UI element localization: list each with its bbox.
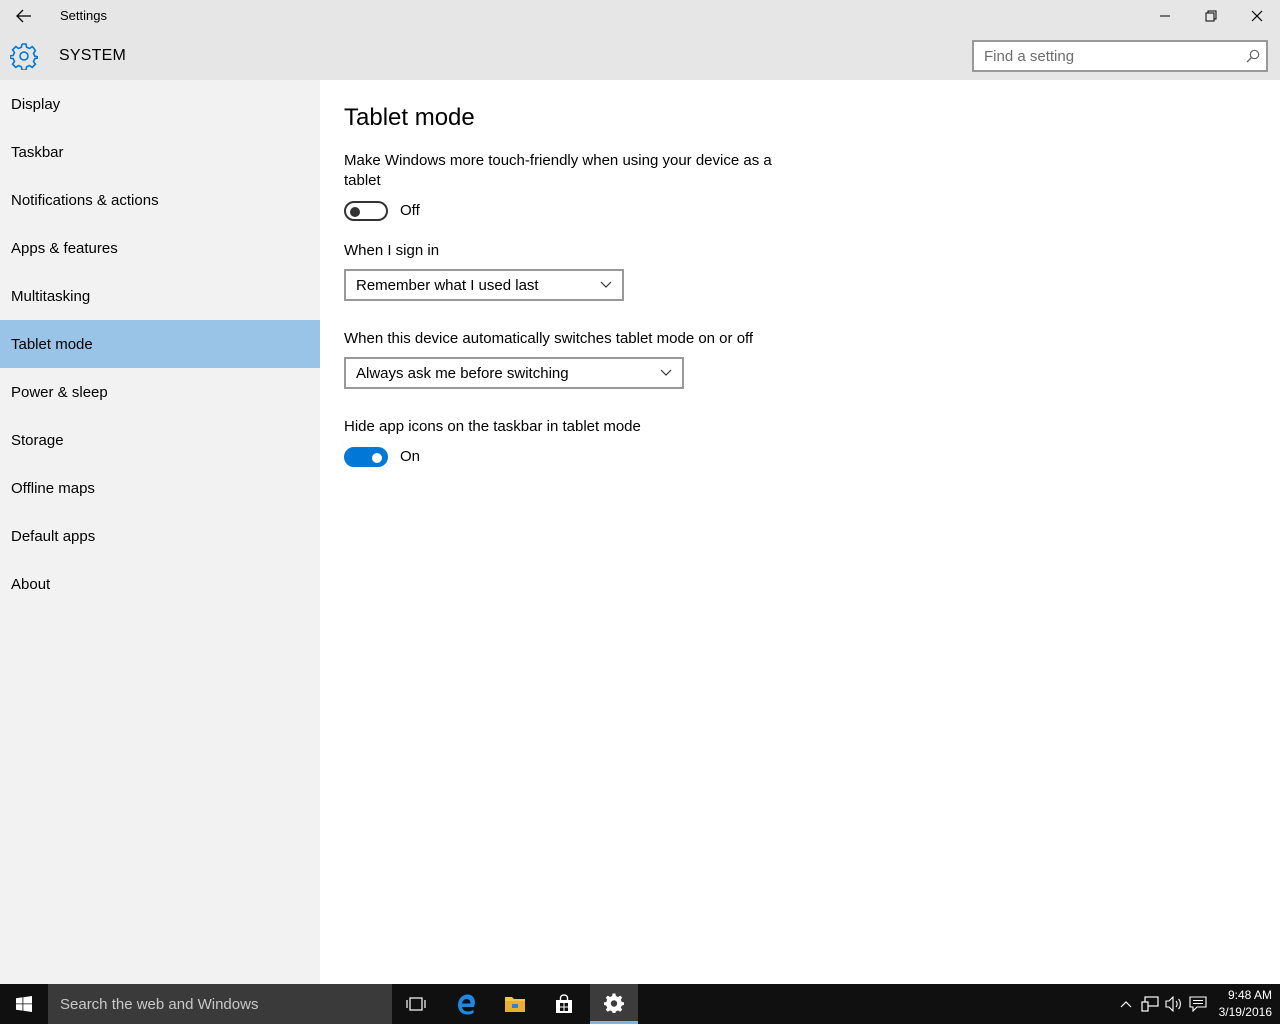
file-explorer-taskbar-button[interactable] xyxy=(491,984,539,1024)
settings-header: SYSTEM xyxy=(0,32,1280,80)
sidebar-item-apps-features[interactable]: Apps & features xyxy=(0,224,320,272)
toggle-knob xyxy=(372,453,382,463)
back-button[interactable] xyxy=(8,0,40,32)
taskbar-clock[interactable]: 9:48 AM 3/19/2016 xyxy=(1210,987,1272,1021)
volume-tray-button[interactable] xyxy=(1165,994,1183,1014)
notifications-icon xyxy=(1189,996,1207,1012)
sidebar-item-taskbar[interactable]: Taskbar xyxy=(0,128,320,176)
taskbar: Search the web and Windows 9:48 AM 3/19/… xyxy=(0,984,1280,1024)
close-icon xyxy=(1251,10,1263,22)
search-icon xyxy=(1246,49,1260,63)
arrow-left-icon xyxy=(16,9,31,23)
page-section-title: SYSTEM xyxy=(59,47,126,64)
toggle-knob xyxy=(350,207,360,217)
clock-date: 3/19/2016 xyxy=(1218,1005,1272,1019)
touch-friendly-label: Make Windows more touch-friendly when us… xyxy=(344,152,772,189)
task-view-icon xyxy=(406,997,426,1011)
main-content: Tablet mode Make Windows more touch-frie… xyxy=(320,80,1280,984)
settings-taskbar-button[interactable] xyxy=(590,984,638,1024)
task-view-button[interactable] xyxy=(392,984,440,1024)
store-taskbar-button[interactable] xyxy=(540,984,588,1024)
network-tray-button[interactable] xyxy=(1141,994,1159,1014)
sidebar-item-offline-maps[interactable]: Offline maps xyxy=(0,464,320,512)
restore-icon xyxy=(1205,10,1217,22)
page-title: Tablet mode xyxy=(344,104,475,131)
edge-taskbar-button[interactable] xyxy=(442,984,490,1024)
hide-icons-toggle-state: On xyxy=(400,448,421,465)
chevron-up-icon xyxy=(1120,1001,1132,1008)
minimize-icon xyxy=(1160,15,1170,17)
action-center-button[interactable] xyxy=(1189,994,1207,1014)
sidebar-item-about[interactable]: About xyxy=(0,560,320,608)
network-icon xyxy=(1141,996,1159,1012)
sidebar-item-tablet-mode[interactable]: Tablet mode xyxy=(0,320,320,368)
close-button[interactable] xyxy=(1234,0,1280,32)
hide-icons-label: Hide app icons on the taskbar in tablet … xyxy=(344,418,641,435)
chevron-down-icon xyxy=(660,369,672,376)
auto-switch-dropdown[interactable]: Always ask me before switching xyxy=(344,357,684,389)
tablet-mode-toggle-state: Off xyxy=(400,202,420,219)
sidebar-item-notifications[interactable]: Notifications & actions xyxy=(0,176,320,224)
taskbar-search-box[interactable]: Search the web and Windows xyxy=(48,984,392,1024)
sidebar-nav: Display Taskbar Notifications & actions … xyxy=(0,80,320,984)
folder-icon xyxy=(505,997,525,1012)
sign-in-selected-value: Remember what I used last xyxy=(356,276,539,294)
speaker-icon xyxy=(1165,996,1181,1012)
sidebar-item-display[interactable]: Display xyxy=(0,80,320,128)
sidebar-item-power-sleep[interactable]: Power & sleep xyxy=(0,368,320,416)
restore-button[interactable] xyxy=(1188,0,1234,32)
windows-logo-icon xyxy=(16,996,32,1012)
clock-time: 9:48 AM xyxy=(1227,988,1272,1002)
chevron-down-icon xyxy=(600,281,612,288)
gear-icon xyxy=(10,43,38,70)
sign-in-label: When I sign in xyxy=(344,242,440,259)
auto-switch-selected-value: Always ask me before switching xyxy=(356,364,569,382)
window-title: Settings xyxy=(60,8,107,23)
hide-icons-toggle[interactable] xyxy=(344,447,388,467)
find-setting-search[interactable] xyxy=(972,40,1268,72)
sign-in-dropdown[interactable]: Remember what I used last xyxy=(344,269,624,301)
edge-icon xyxy=(458,994,475,1015)
minimize-button[interactable] xyxy=(1142,0,1188,32)
show-hidden-icons-button[interactable] xyxy=(1117,994,1135,1014)
search-input[interactable] xyxy=(974,42,1224,70)
tablet-mode-toggle[interactable] xyxy=(344,201,388,221)
auto-switch-label: When this device automatically switches … xyxy=(344,330,754,347)
title-bar: Settings xyxy=(0,0,1280,32)
sidebar-item-storage[interactable]: Storage xyxy=(0,416,320,464)
sidebar-item-default-apps[interactable]: Default apps xyxy=(0,512,320,560)
start-button[interactable] xyxy=(0,984,48,1024)
store-bag-icon xyxy=(556,994,572,1013)
sidebar-item-multitasking[interactable]: Multitasking xyxy=(0,272,320,320)
gear-icon xyxy=(604,993,624,1013)
